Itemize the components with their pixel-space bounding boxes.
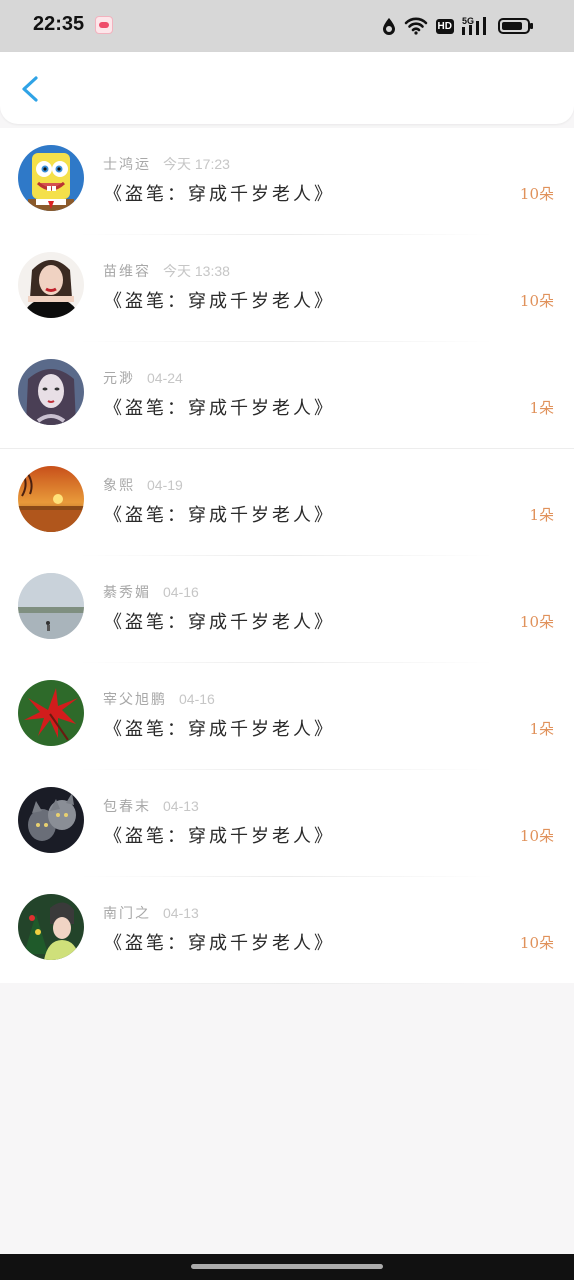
status-time: 22:35 <box>33 13 85 35</box>
avatar[interactable] <box>18 787 84 853</box>
flower-count: 10朵 <box>519 185 554 203</box>
sent-time: 04-13 <box>163 905 199 921</box>
book-title: 《盗笔：穿成千岁老人》 <box>104 612 335 633</box>
sender-name: 南门之 04-13 <box>103 903 199 923</box>
avatar[interactable] <box>18 145 84 211</box>
sent-time: 04-13 <box>163 798 199 814</box>
list-item[interactable]: 宰父旭鹏 04-16 《盗笔：穿成千岁老人》 1朵 <box>0 663 574 770</box>
sender-name: 士鸿运 今天 17:23 <box>103 154 230 174</box>
sender-name-text: 士鸿运 <box>103 157 151 173</box>
sender-name: 宰父旭鹏 04-16 <box>103 689 215 709</box>
flower-count: 10朵 <box>519 827 554 845</box>
sent-time: 04-16 <box>163 584 199 600</box>
avatar-image <box>18 466 84 532</box>
sent-time: 今天 13:38 <box>163 263 230 279</box>
avatar-image <box>18 787 84 853</box>
sent-time: 04-19 <box>147 477 183 493</box>
sent-time: 今天 17:23 <box>163 156 230 172</box>
flower-count: 10朵 <box>519 292 554 310</box>
sender-name-text: 南门之 <box>103 906 151 922</box>
flower-count: 10朵 <box>519 613 554 631</box>
sender-name-text: 宰父旭鹏 <box>103 692 167 708</box>
flower-count: 1朵 <box>529 506 554 524</box>
sender-name-text: 象熙 <box>103 478 135 494</box>
sender-name-text: 苗维容 <box>103 264 151 280</box>
divider <box>80 983 494 984</box>
book-title: 《盗笔：穿成千岁老人》 <box>104 719 335 740</box>
flower-count: 1朵 <box>529 399 554 417</box>
list-item[interactable]: 南门之 04-13 《盗笔：穿成千岁老人》 10朵 <box>0 877 574 984</box>
signal-5g-icon: 5G <box>462 16 486 35</box>
battery-icon <box>498 18 533 34</box>
home-indicator[interactable] <box>191 1264 383 1269</box>
gift-list: 士鸿运 今天 17:23 《盗笔：穿成千岁老人》 10朵 苗维容 今天 13:38 … <box>0 128 574 984</box>
avatar[interactable] <box>18 894 84 960</box>
data-saver-icon <box>382 18 395 35</box>
sender-name-text: 綦秀媚 <box>103 585 151 601</box>
avatar-image <box>18 573 84 639</box>
wifi-icon <box>404 17 427 35</box>
avatar-image <box>18 145 84 211</box>
avatar-image <box>18 894 84 960</box>
book-title: 《盗笔：穿成千岁老人》 <box>104 826 335 847</box>
list-item[interactable]: 包春末 04-13 《盗笔：穿成千岁老人》 10朵 <box>0 770 574 877</box>
avatar-image <box>18 680 84 746</box>
avatar[interactable] <box>18 359 84 425</box>
avatar[interactable] <box>18 680 84 746</box>
list-item[interactable]: 象熙 04-19 《盗笔：穿成千岁老人》 1朵 <box>0 449 574 556</box>
avatar[interactable] <box>18 573 84 639</box>
avatar[interactable] <box>18 252 84 318</box>
hd-icon: HD <box>435 18 454 34</box>
avatar[interactable] <box>18 466 84 532</box>
sender-name-text: 包春末 <box>103 799 151 815</box>
sender-name: 象熙 04-19 <box>103 475 183 495</box>
list-item[interactable]: 苗维容 今天 13:38 《盗笔：穿成千岁老人》 10朵 <box>0 235 574 342</box>
list-item[interactable]: 士鸿运 今天 17:23 《盗笔：穿成千岁老人》 10朵 <box>0 128 574 235</box>
book-title: 《盗笔：穿成千岁老人》 <box>104 184 335 205</box>
sender-name: 包春末 04-13 <box>103 796 199 816</box>
book-title: 《盗笔：穿成千岁老人》 <box>104 505 335 526</box>
list-item[interactable]: 綦秀媚 04-16 《盗笔：穿成千岁老人》 10朵 <box>0 556 574 663</box>
sent-time: 04-16 <box>179 691 215 707</box>
list-item[interactable]: 元渺 04-24 《盗笔：穿成千岁老人》 1朵 <box>0 342 574 449</box>
book-title: 《盗笔：穿成千岁老人》 <box>104 291 335 312</box>
back-button[interactable] <box>14 72 48 106</box>
flower-count: 10朵 <box>519 934 554 952</box>
system-nav-bar <box>0 1254 574 1280</box>
sender-name: 元渺 04-24 <box>103 368 183 388</box>
sender-name: 苗维容 今天 13:38 <box>103 261 230 281</box>
sender-name: 綦秀媚 04-16 <box>103 582 199 602</box>
status-bar: 22:35 HD 5G <box>0 0 574 52</box>
chevron-left-icon <box>22 76 38 102</box>
sender-name-text: 元渺 <box>103 371 135 387</box>
top-header <box>0 52 574 124</box>
flower-count: 1朵 <box>529 720 554 738</box>
book-title: 《盗笔：穿成千岁老人》 <box>104 933 335 954</box>
book-title: 《盗笔：穿成千岁老人》 <box>104 398 335 419</box>
sent-time: 04-24 <box>147 370 183 386</box>
status-icons: HD 5G <box>382 14 534 38</box>
avatar-image <box>18 359 84 425</box>
avatar-image <box>18 252 84 318</box>
svg-text:5G: 5G <box>462 16 474 26</box>
app-notification-icon <box>95 16 113 34</box>
